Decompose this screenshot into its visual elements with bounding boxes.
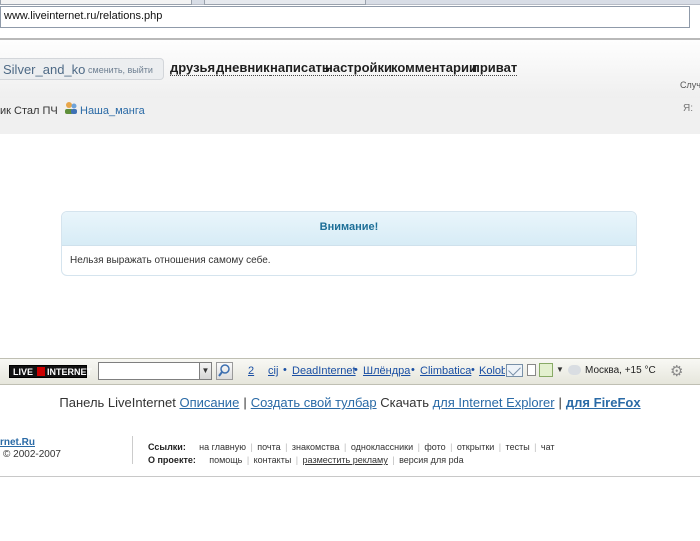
promo-prefix: Панель LiveInternet — [59, 395, 176, 410]
logo-mark — [37, 367, 45, 376]
address-text: www.liveinternet.ru/relations.php — [4, 10, 163, 22]
logo-text-left: LIVE — [13, 367, 34, 377]
nav-write[interactable]: написать — [270, 61, 330, 76]
browser-tab-strip[interactable] — [0, 0, 700, 5]
dropdown-arrow-icon[interactable]: ▼ — [556, 365, 564, 374]
footer-about-label: О проекте: — [148, 455, 196, 465]
picture-icon[interactable] — [539, 363, 553, 377]
toolbar-link-shlyondra[interactable]: Шлёндра — [363, 365, 410, 377]
liveinternet-toolbar: LIVE INTERNET ▼ 2 cij • DeadInternet • Ш… — [0, 358, 700, 385]
toolbar-link-climbatica[interactable]: Climbatica — [420, 365, 471, 377]
toolbar-separator: • — [411, 364, 415, 376]
footer-separator: | — [534, 442, 537, 452]
header-right-fragment[interactable]: Случ — [680, 80, 700, 90]
toolbar-separator: • — [354, 364, 358, 376]
nav-diary[interactable]: дневник — [216, 61, 270, 76]
footer-link-contacts[interactable]: контакты — [254, 455, 292, 465]
footer-link-advertise[interactable]: разместить рекламу — [303, 455, 388, 465]
address-bar[interactable]: www.liveinternet.ru/relations.php — [0, 6, 690, 28]
nav-private[interactable]: приват — [472, 61, 518, 76]
promo-separator: | — [243, 395, 247, 410]
weather-text[interactable]: Москва, +15 °C — [585, 365, 656, 376]
toolbar-link-kolob[interactable]: Kolob — [479, 365, 505, 377]
nav-comments[interactable]: комментарии — [391, 61, 477, 76]
toolbar-count[interactable]: 2 — [248, 365, 254, 377]
ie-download-link[interactable]: для Internet Explorer — [433, 395, 555, 410]
toolbar-search-input[interactable] — [98, 362, 212, 380]
magnifier-icon — [218, 364, 230, 377]
footer-copyright: © 2002-2007 — [3, 449, 61, 460]
community-right-fragment: Я: — [683, 103, 693, 114]
alert-title: Внимание! — [319, 221, 379, 233]
footer-separator: | — [498, 442, 502, 452]
toolbar-promo: Панель LiveInternet Описание | Создать сво… — [0, 395, 700, 410]
promo-separator: | — [558, 395, 562, 410]
alert-box: Внимание! Нельзя выражать отношения само… — [61, 211, 637, 276]
search-button[interactable] — [216, 362, 233, 380]
footer-separator: | — [246, 455, 250, 465]
nav-friends[interactable]: друзья — [170, 61, 216, 76]
footer-about-row: О проекте: помощь | контакты | разместит… — [148, 450, 464, 468]
document-icon[interactable] — [527, 364, 536, 376]
alert-header: Внимание! — [62, 212, 636, 246]
nav-settings[interactable]: настройки — [325, 61, 393, 76]
footer-separator: | — [295, 455, 299, 465]
footer-brand-link[interactable]: rnet.Ru — [0, 437, 35, 448]
community-icon — [65, 102, 77, 114]
toolbar-separator: • — [283, 364, 287, 376]
footer-link-tests[interactable]: тесты — [506, 442, 530, 452]
toolbar-separator: • — [471, 364, 475, 376]
change-logout-link[interactable]: сменить, выйти — [88, 65, 153, 75]
create-toolbar-link[interactable]: Создать свой тулбар — [251, 395, 377, 410]
cloud-icon — [568, 365, 581, 375]
footer-bottom-line — [0, 476, 700, 477]
community-link[interactable]: Наша_манга — [80, 105, 145, 117]
footer-link-help[interactable]: помощь — [209, 455, 242, 465]
alert-message: Нельзя выражать отношения самому себе. — [70, 255, 271, 266]
liveinternet-logo[interactable]: LIVE INTERNET — [9, 365, 92, 378]
description-link[interactable]: Описание — [179, 395, 239, 410]
logo-text-right: INTERNET — [47, 367, 92, 377]
firefox-download-link[interactable]: для FireFox — [566, 395, 641, 410]
footer-link-pda[interactable]: версия для pda — [399, 455, 464, 465]
browser-tab[interactable] — [0, 0, 192, 5]
footer-divider — [132, 436, 133, 464]
gear-icon[interactable]: ⚙ — [670, 362, 683, 380]
search-dropdown-icon[interactable]: ▼ — [199, 362, 212, 380]
footer-link-chat[interactable]: чат — [541, 442, 555, 452]
footer-separator: | — [392, 455, 395, 465]
toolbar-link-deadinternet[interactable]: DeadInternet — [292, 365, 356, 377]
username-link[interactable]: Silver_and_ko — [3, 62, 85, 77]
mail-icon[interactable] — [506, 364, 523, 377]
download-label: Скачать — [380, 395, 429, 410]
toolbar-link-cij[interactable]: cij — [268, 365, 278, 377]
browser-tab-active[interactable] — [204, 0, 366, 5]
user-panel: Silver_and_ko сменить, выйти — [0, 58, 164, 80]
community-text[interactable]: ик Стал ПЧ — [0, 105, 58, 117]
